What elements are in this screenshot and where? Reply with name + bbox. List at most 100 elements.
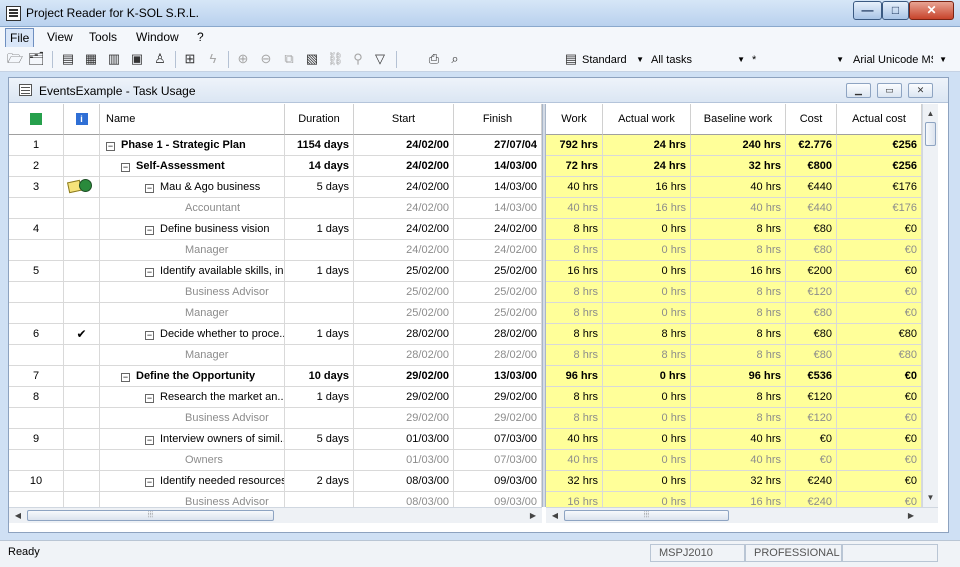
cell-start[interactable]: 24/02/00 [354, 240, 454, 261]
cell-finish[interactable]: 14/03/00 [454, 198, 542, 219]
cell-indicator[interactable] [64, 303, 100, 324]
table-row[interactable]: 6 ✔ − Decide whether to proce... 1 days 28/02… [9, 324, 542, 345]
cell-baseline-work[interactable]: 8 hrs [691, 408, 786, 429]
child-minimize-button[interactable]: ▁ [846, 83, 871, 98]
font-select[interactable]: Arial Unicode MS ▼ [853, 52, 947, 68]
cell-duration[interactable]: 1 days [285, 219, 354, 240]
cell-name[interactable]: Manager [100, 303, 285, 324]
cell-actual-cost[interactable]: €0 [837, 219, 922, 240]
cell-indicator[interactable] [64, 240, 100, 261]
cell-start[interactable]: 24/02/00 [354, 198, 454, 219]
cell-actual-cost[interactable]: €176 [837, 177, 922, 198]
maximize-button[interactable]: □ [882, 1, 909, 20]
cell-finish[interactable]: 14/03/00 [454, 177, 542, 198]
col-header-actual-work[interactable]: Actual work [603, 104, 691, 135]
cell-baseline-work[interactable]: 16 hrs [691, 261, 786, 282]
cell-id[interactable] [9, 303, 64, 324]
cell-cost[interactable]: €800 [786, 156, 837, 177]
cell-actual-cost[interactable]: €176 [837, 198, 922, 219]
cell-duration[interactable] [285, 450, 354, 471]
print-preview-icon[interactable]: ⌕ [447, 51, 463, 67]
col-header-name[interactable]: Name [100, 104, 285, 135]
cell-actual-work[interactable]: 0 hrs [603, 450, 691, 471]
cell-work[interactable]: 8 hrs [546, 303, 603, 324]
left-horizontal-scroll-thumb[interactable]: ⦙⦙⦙ [27, 510, 274, 521]
cell-finish[interactable]: 25/02/00 [454, 303, 542, 324]
cell-baseline-work[interactable]: 96 hrs [691, 366, 786, 387]
collapse-icon[interactable]: − [145, 394, 154, 403]
col-header-start[interactable]: Start [354, 104, 454, 135]
cell-actual-work[interactable]: 16 hrs [603, 177, 691, 198]
resource-person-icon[interactable]: ♙ [152, 51, 168, 67]
menu-tools[interactable]: Tools [89, 30, 117, 44]
cell-baseline-work[interactable]: 40 hrs [691, 198, 786, 219]
collapse-icon[interactable]: − [145, 478, 154, 487]
cell-actual-cost[interactable]: €256 [837, 156, 922, 177]
table-row[interactable]: 792 hrs 24 hrs 240 hrs €2.776 €256 [546, 135, 922, 156]
col-header-work[interactable]: Work [546, 104, 603, 135]
cell-start[interactable]: 08/03/00 [354, 471, 454, 492]
table-row[interactable]: 8 hrs 0 hrs 8 hrs €120 €0 [546, 408, 922, 429]
cell-actual-cost[interactable]: €0 [837, 240, 922, 261]
vertical-scrollbar[interactable]: ▲ ▼ [922, 104, 938, 507]
cell-start[interactable]: 29/02/00 [354, 366, 454, 387]
cell-actual-work[interactable]: 8 hrs [603, 324, 691, 345]
cell-name[interactable]: Manager [100, 240, 285, 261]
menu-file[interactable]: File [5, 28, 35, 48]
cell-work[interactable]: 8 hrs [546, 240, 603, 261]
cell-actual-work[interactable]: 0 hrs [603, 471, 691, 492]
resource-sheet-icon[interactable]: ▣ [129, 51, 145, 67]
cell-work[interactable]: 16 hrs [546, 261, 603, 282]
cell-indicator[interactable] [64, 345, 100, 366]
cell-baseline-work[interactable]: 8 hrs [691, 345, 786, 366]
cell-id[interactable]: 10 [9, 471, 64, 492]
collapse-icon[interactable]: − [145, 184, 154, 193]
child-restore-button[interactable]: ▭ [877, 83, 902, 98]
scroll-right-icon[interactable]: ▶ [904, 508, 918, 523]
cell-baseline-work[interactable]: 32 hrs [691, 156, 786, 177]
collapse-icon[interactable]: − [121, 373, 130, 382]
table-row[interactable]: 72 hrs 24 hrs 32 hrs €800 €256 [546, 156, 922, 177]
cell-indicator[interactable] [64, 261, 100, 282]
col-header-cost[interactable]: Cost [786, 104, 837, 135]
cell-actual-cost[interactable]: €0 [837, 408, 922, 429]
cell-indicator[interactable] [64, 492, 100, 507]
table-row[interactable]: 5 − Identify available skills, in... 1 days… [9, 261, 542, 282]
print-icon[interactable]: ⎙ [426, 51, 442, 67]
cell-name[interactable]: − Identify available skills, in... [100, 261, 285, 282]
table-row[interactable]: 8 hrs 8 hrs 8 hrs €80 €80 [546, 345, 922, 366]
menu-view[interactable]: View [47, 30, 73, 44]
cell-indicator[interactable]: ✔ [64, 324, 100, 345]
cell-id[interactable] [9, 450, 64, 471]
filter-select[interactable]: All tasks ▼ [651, 52, 745, 68]
cell-actual-work[interactable]: 0 hrs [603, 219, 691, 240]
cell-cost[interactable]: €0 [786, 450, 837, 471]
table-row[interactable]: Manager 25/02/00 25/02/00 [9, 303, 542, 324]
cell-actual-cost[interactable]: €80 [837, 324, 922, 345]
cell-indicator[interactable] [64, 366, 100, 387]
cell-baseline-work[interactable]: 240 hrs [691, 135, 786, 156]
view-select[interactable]: Standard ▼ [582, 52, 644, 68]
cell-cost[interactable]: €2.776 [786, 135, 837, 156]
col-header-actual-cost[interactable]: Actual cost [837, 104, 922, 135]
col-header-finish[interactable]: Finish [454, 104, 542, 135]
cell-id[interactable]: 1 [9, 135, 64, 156]
cell-duration[interactable]: 10 days [285, 366, 354, 387]
cell-finish[interactable]: 09/03/00 [454, 471, 542, 492]
collapse-icon[interactable]: − [121, 163, 130, 172]
collapse-icon[interactable]: − [145, 226, 154, 235]
table-row[interactable]: 40 hrs 16 hrs 40 hrs €440 €176 [546, 198, 922, 219]
cell-name[interactable]: Manager [100, 345, 285, 366]
open-folder-icon[interactable]: 🗁 [7, 51, 23, 67]
open-project-icon[interactable]: 🗂 [28, 51, 45, 67]
table-row[interactable]: Business Advisor 25/02/00 25/02/00 [9, 282, 542, 303]
minimize-button[interactable]: — [853, 1, 882, 20]
cell-start[interactable]: 25/02/00 [354, 282, 454, 303]
cell-finish[interactable]: 24/02/00 [454, 240, 542, 261]
cell-work[interactable]: 8 hrs [546, 219, 603, 240]
cell-finish[interactable]: 27/07/04 [454, 135, 542, 156]
cell-id[interactable]: 7 [9, 366, 64, 387]
table-icon[interactable]: ⊞ [182, 51, 198, 67]
cell-start[interactable]: 24/02/00 [354, 177, 454, 198]
cell-finish[interactable]: 07/03/00 [454, 450, 542, 471]
